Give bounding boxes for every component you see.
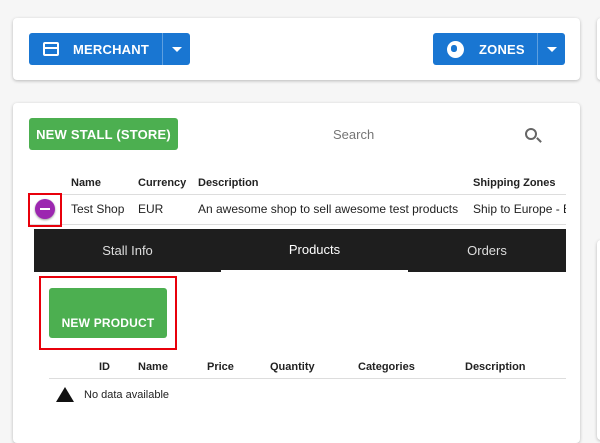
divider xyxy=(49,378,566,379)
caret-down-icon xyxy=(546,46,557,52)
divider xyxy=(29,194,566,195)
globe-icon xyxy=(447,40,464,58)
new-stall-button[interactable]: NEW STALL (STORE) xyxy=(29,118,178,150)
stall-description: An awesome shop to sell awesome test pro… xyxy=(198,202,459,216)
zones-dropdown-button[interactable] xyxy=(537,33,565,65)
col-quantity: Quantity xyxy=(270,361,315,373)
tab-products[interactable]: Products xyxy=(221,229,408,272)
highlight-box xyxy=(39,276,177,350)
zones-button[interactable]: ZONES xyxy=(433,33,565,65)
divider xyxy=(29,224,566,225)
search-input[interactable] xyxy=(333,127,513,142)
search-icon xyxy=(525,128,542,143)
stall-currency: EUR xyxy=(138,202,164,216)
tab-stall-info[interactable]: Stall Info xyxy=(34,229,221,272)
col-name: Name xyxy=(71,177,101,189)
col-name: Name xyxy=(138,361,168,373)
stalls-card: NEW STALL (STORE) Name Currency Descript… xyxy=(13,103,580,443)
col-id: ID xyxy=(99,361,110,373)
storefront-icon xyxy=(43,42,59,56)
col-description: Description xyxy=(198,177,259,189)
stall-name: Test Shop xyxy=(71,202,125,216)
warning-icon xyxy=(56,387,74,402)
col-price: Price xyxy=(207,361,234,373)
stall-shipping-zones: Ship to Europe - E xyxy=(473,202,566,216)
zones-label: ZONES xyxy=(479,41,525,57)
col-categories: Categories xyxy=(358,361,415,373)
col-description: Description xyxy=(465,361,526,373)
merchant-button[interactable]: MERCHANT xyxy=(29,33,190,65)
highlight-box xyxy=(28,193,62,227)
caret-down-icon xyxy=(171,46,182,52)
merchant-dropdown-button[interactable] xyxy=(162,33,190,65)
tab-orders[interactable]: Orders xyxy=(408,229,566,272)
stall-tabs: Stall Info Products Orders xyxy=(34,229,566,272)
col-currency: Currency xyxy=(138,177,187,189)
col-shipping-zones: Shipping Zones xyxy=(473,177,556,189)
merchant-label: MERCHANT xyxy=(73,41,149,57)
toolbar-card: MERCHANT ZONES xyxy=(13,18,580,80)
empty-state-text: No data available xyxy=(84,389,170,401)
